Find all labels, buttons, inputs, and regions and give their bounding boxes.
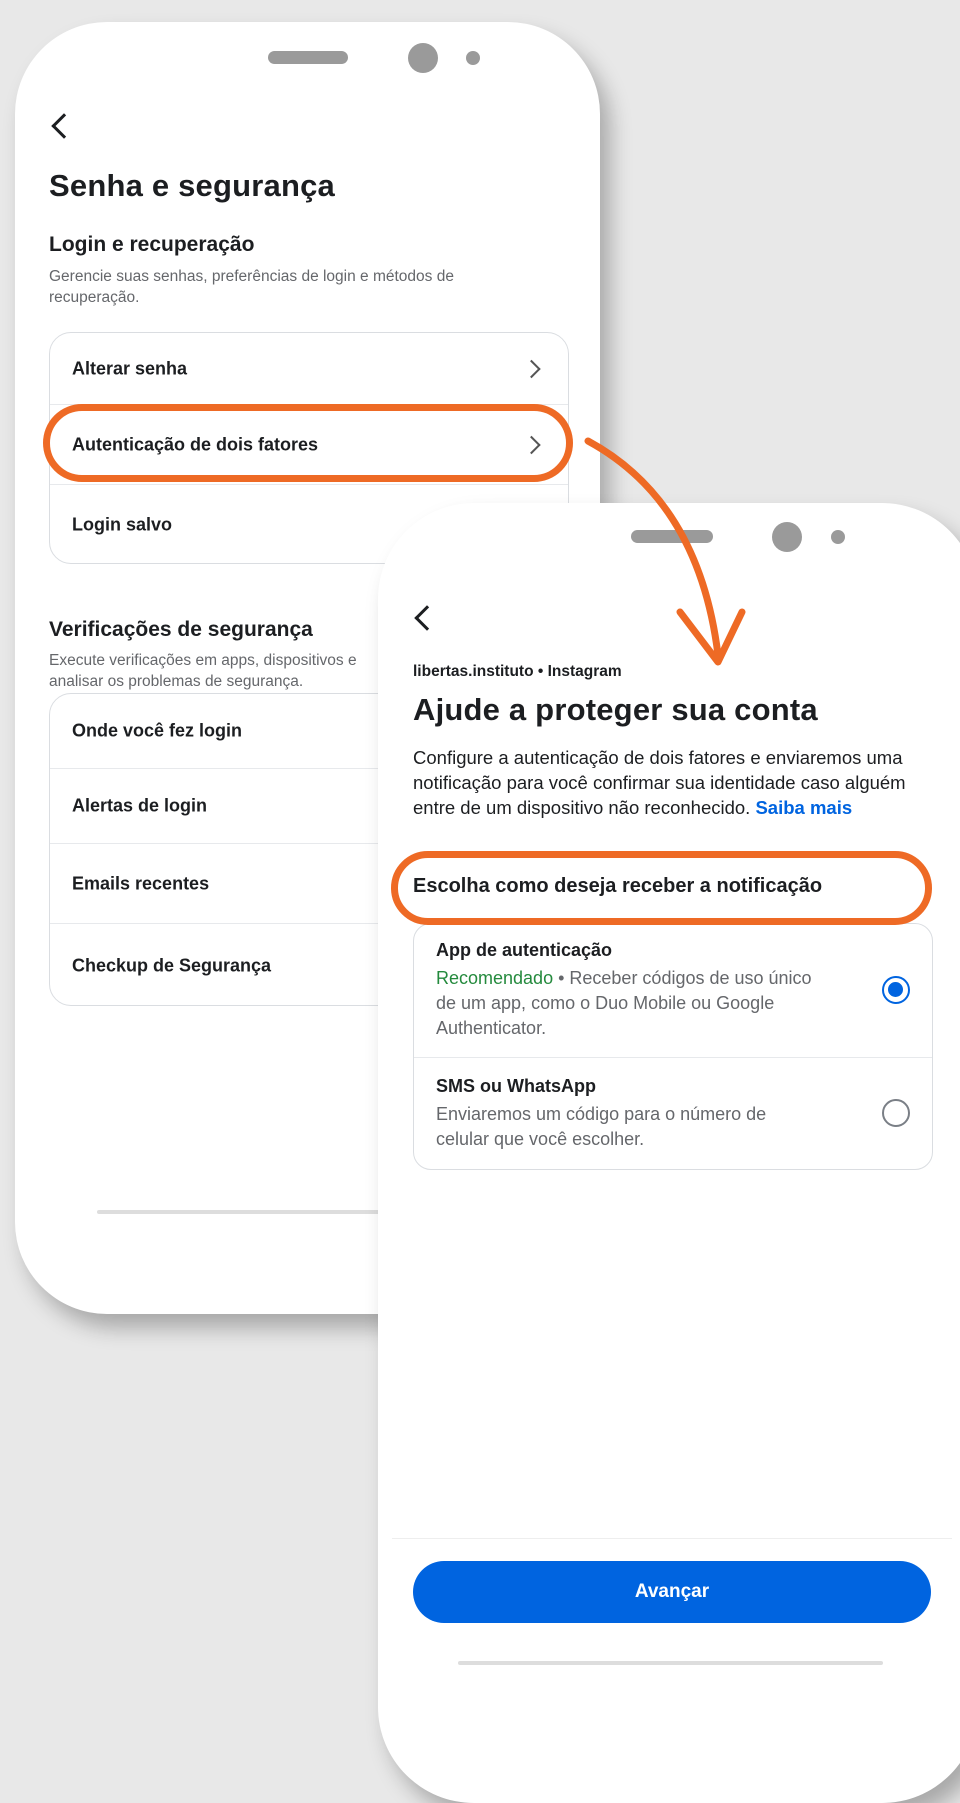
option-title: SMS ou WhatsApp — [436, 1076, 596, 1096]
radio-selected[interactable] — [882, 976, 910, 1004]
menu-item-label: Emails recentes — [72, 873, 210, 893]
menu-item-label: Alterar senha — [72, 358, 188, 378]
home-indicator — [458, 1661, 883, 1665]
section-description-login: Gerencie suas senhas, preferências de lo… — [49, 268, 454, 306]
radio-unselected[interactable] — [882, 1099, 910, 1127]
phone-sensor — [466, 51, 480, 65]
account-line: libertas.instituto • Instagram — [413, 663, 622, 680]
menu-item-label: Login salvo — [72, 514, 173, 535]
page-description: Configure a autenticação de dois fatores… — [413, 745, 938, 820]
option-sms-whatsapp[interactable]: SMS ou WhatsApp Enviaremos um código par… — [414, 1058, 932, 1169]
menu-item-label: Checkup de Segurança — [72, 955, 272, 975]
phone-camera — [408, 43, 438, 73]
phone-camera — [772, 522, 802, 552]
section-heading-login: Login e recuperação — [49, 233, 255, 256]
option-description: Enviaremos um código para o número de ce… — [436, 1104, 767, 1149]
section-description-security-checks: Execute verificações em apps, dispositiv… — [49, 652, 357, 690]
page-title: Senha e segurança — [49, 168, 335, 203]
recommended-badge: Recomendado — [436, 968, 554, 988]
option-description: Recomendado • Receber códigos de uso úni… — [436, 966, 836, 1041]
menu-item-label: Onde você fez login — [72, 720, 243, 741]
page-title: Ajude a proteger sua conta — [413, 692, 818, 727]
footer-divider — [392, 1538, 952, 1539]
menu-item-change-password[interactable]: Alterar senha — [50, 333, 568, 405]
option-authentication-app[interactable]: App de autenticação Recomendado • Recebe… — [414, 924, 932, 1058]
highlight-ring-two-factor — [43, 404, 573, 482]
back-arrow-icon[interactable] — [51, 113, 77, 139]
phone-speaker — [268, 51, 348, 64]
phone-sensor — [831, 530, 845, 544]
menu-item-label: Alertas de login — [72, 795, 208, 816]
phone-speaker — [631, 530, 713, 543]
learn-more-link[interactable]: Saiba mais — [755, 797, 852, 818]
option-title: App de autenticação — [436, 940, 613, 960]
next-button[interactable]: Avançar — [413, 1561, 931, 1623]
section-heading-security-checks: Verificações de segurança — [49, 618, 313, 641]
highlight-ring-choose-method — [391, 851, 932, 925]
phone-screen-two-factor-setup: libertas.instituto • Instagram Ajude a p… — [378, 503, 960, 1803]
method-options-card: App de autenticação Recomendado • Recebe… — [413, 923, 933, 1170]
back-arrow-icon[interactable] — [414, 605, 440, 631]
chevron-right-icon — [522, 359, 541, 378]
